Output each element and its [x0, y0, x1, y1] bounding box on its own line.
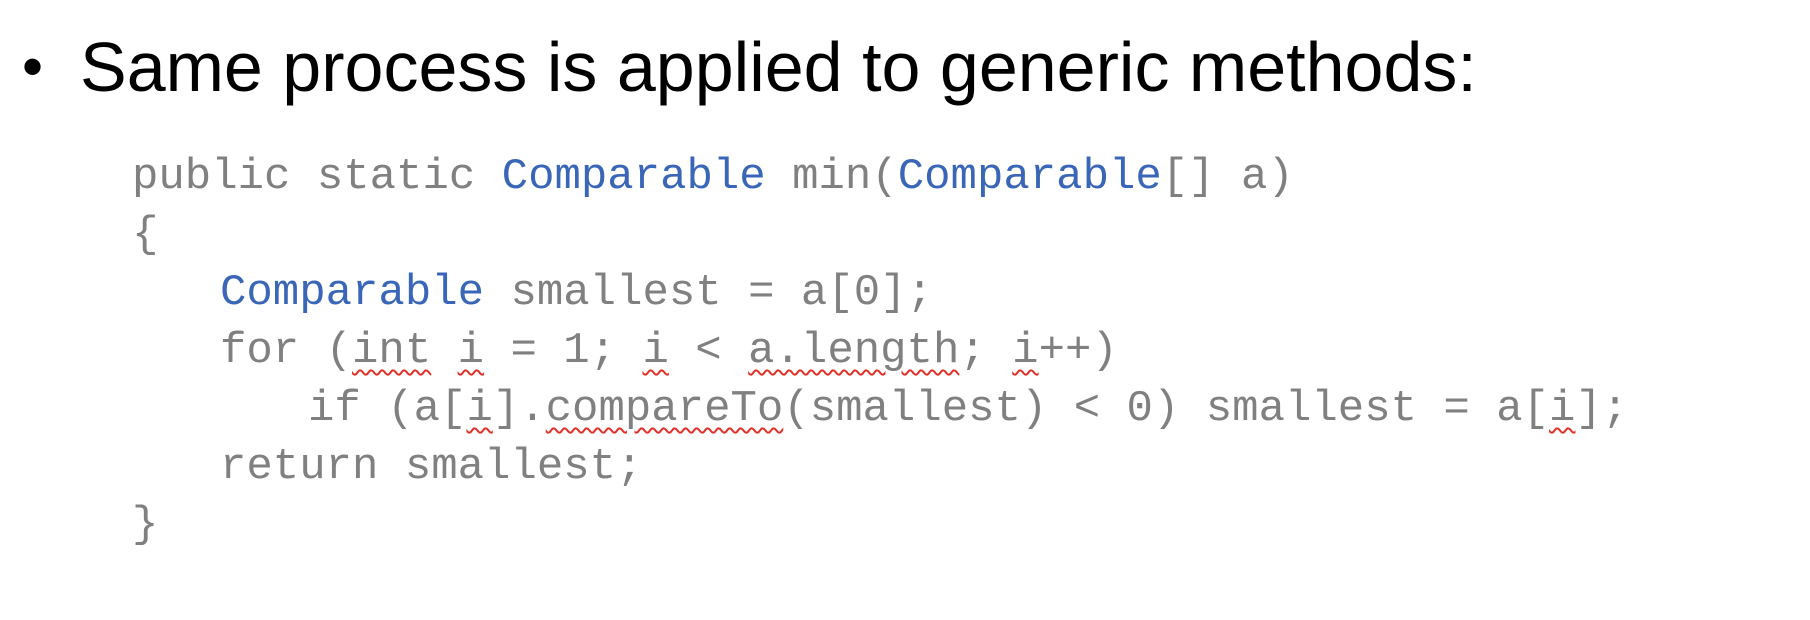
code-line: {	[132, 206, 1628, 264]
code-token: (smallest) < 0) smallest = a[	[783, 384, 1550, 434]
code-token: for (	[220, 326, 353, 376]
code-token: <	[668, 326, 749, 376]
code-type-token: Comparable	[897, 152, 1162, 202]
code-token: min(	[765, 152, 898, 202]
code-token: smallest = a[0];	[484, 268, 933, 318]
code-spellcheck-token: a.length	[748, 326, 960, 376]
code-token: ;	[959, 326, 1013, 376]
code-type-token: Comparable	[220, 268, 485, 318]
code-token: [] a)	[1161, 152, 1294, 202]
code-spellcheck-token: i	[642, 326, 669, 376]
code-token: return smallest;	[220, 442, 643, 492]
code-spellcheck-token: i	[1012, 326, 1039, 376]
bullet-item: • Same process is applied to generic met…	[22, 22, 1477, 112]
code-line: if (a[i].compareTo(smallest) < 0) smalle…	[132, 380, 1628, 438]
code-spellcheck-token: compareTo	[545, 384, 784, 434]
bullet-dot: •	[22, 33, 44, 100]
code-token: = 1;	[484, 326, 643, 376]
code-spellcheck-token: i	[1549, 384, 1576, 434]
code-token: ].	[492, 384, 546, 434]
code-token: }	[132, 500, 159, 550]
code-line: return smallest;	[132, 438, 1628, 496]
code-type-token: Comparable	[501, 152, 766, 202]
code-line: public static Comparable min(Comparable[…	[132, 148, 1628, 206]
bullet-text: Same process is applied to generic metho…	[80, 28, 1477, 106]
code-block: public static Comparable min(Comparable[…	[132, 148, 1628, 554]
slide: • Same process is applied to generic met…	[0, 0, 1810, 620]
code-token: ++)	[1038, 326, 1118, 376]
code-line: for (int i = 1; i < a.length; i++)	[132, 322, 1628, 380]
code-spellcheck-token: int	[352, 326, 432, 376]
code-token: {	[132, 210, 159, 260]
code-line: Comparable smallest = a[0];	[132, 264, 1628, 322]
code-spellcheck-token: i	[457, 326, 485, 376]
code-token: public static	[132, 152, 502, 202]
code-spellcheck-token: i	[466, 384, 493, 434]
code-token: ];	[1575, 384, 1629, 434]
code-line: }	[132, 496, 1628, 554]
code-token: if (a[	[308, 384, 467, 434]
